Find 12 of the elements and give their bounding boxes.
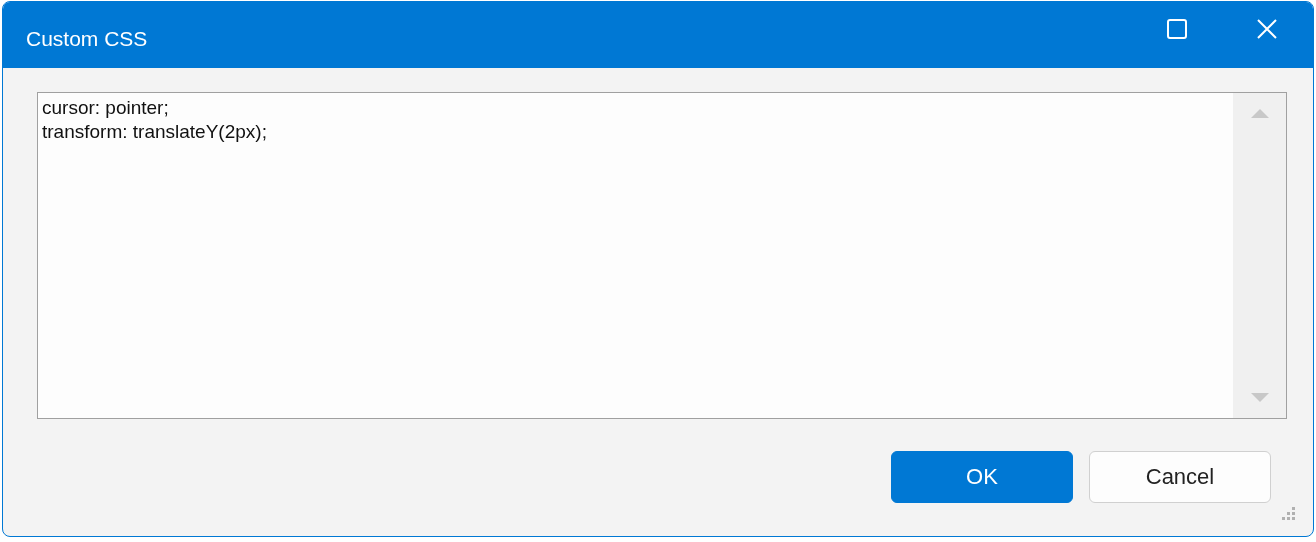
maximize-icon — [1166, 18, 1188, 40]
close-button[interactable] — [1255, 17, 1279, 41]
scrollbar[interactable] — [1233, 93, 1286, 418]
resize-grip-icon[interactable] — [1279, 506, 1297, 520]
ok-button[interactable]: OK — [891, 451, 1073, 503]
scroll-up-icon[interactable] — [1249, 107, 1270, 119]
close-icon — [1256, 18, 1278, 40]
css-input-field[interactable]: cursor: pointer; transform: translateY(2px); — [37, 92, 1287, 419]
scroll-down-icon[interactable] — [1249, 392, 1270, 404]
maximize-button[interactable] — [1165, 17, 1189, 41]
window-title: Custom CSS — [25, 26, 148, 51]
cancel-button[interactable]: Cancel — [1089, 451, 1271, 503]
